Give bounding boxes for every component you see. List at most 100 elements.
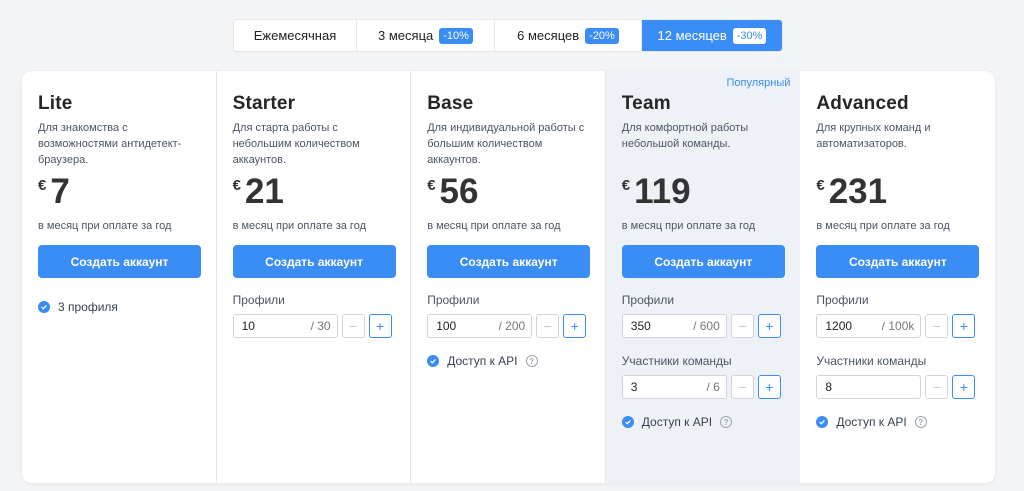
currency-symbol: € [38,177,47,194]
currency-symbol: € [621,177,631,194]
members-max: / 6 [706,380,720,394]
tab-6-months[interactable]: 6 месяцев -20% [495,20,642,51]
plan-price: € 56 [427,174,589,214]
plan-price: € 119 [622,174,785,214]
discount-badge: -10% [439,27,473,44]
tab-label: 3 месяца [378,28,434,43]
team-members-stepper: 3 / 6 − + [621,375,785,399]
feature-label: Доступ к API [641,415,713,429]
profiles-stepper: 350 / 600 − + [621,314,785,338]
discount-badge: -30% [732,27,767,44]
plan-description: Для крупных команд и автоматизаторов. [816,122,931,150]
tab-label: 6 месяцев [517,28,580,43]
price-period: в месяц при оплате за год [621,220,756,232]
team-members-input[interactable]: 8 [816,375,922,399]
check-circle-icon [816,416,829,428]
increment-button[interactable]: + [563,314,587,338]
plan-price: € 7 [38,174,200,214]
team-members-label: Участники команды [816,354,927,368]
profiles-stepper: 10 / 30 − + [232,314,395,338]
increment-button[interactable]: + [952,375,976,399]
plan-name: Starter [232,93,296,114]
members-value: 8 [825,380,833,394]
plan-card-team: Популярный Team Для комфортной работы не… [605,71,801,483]
plan-card-starter: Starter Для старта работы с небольшим ко… [217,71,412,483]
plan-name: Advanced [816,93,909,114]
profiles-input[interactable]: 10 / 30 [232,314,338,338]
members-value: 3 [630,380,638,394]
decrement-button[interactable]: − [925,375,949,399]
plan-description: Для комфортной работы небольшой команды. [621,122,749,150]
price-period: в месяц при оплате за год [816,220,950,232]
price-period: в месяц при оплате за год [38,220,172,232]
create-account-button[interactable]: Создать аккаунт [38,245,201,278]
check-circle-icon [621,416,634,428]
profiles-input[interactable]: 1200 / 100k [816,314,922,338]
profiles-max: / 200 [498,319,526,333]
price-period: в месяц при оплате за год [427,220,561,232]
team-members-label: Участники команды [621,354,732,368]
increment-button[interactable]: + [757,314,781,338]
profiles-label: Профили [427,293,480,307]
create-account-button[interactable]: Создать аккаунт [621,245,785,278]
decrement-button[interactable]: − [730,314,754,338]
decrement-button[interactable]: − [925,314,949,338]
discount-badge: -20% [585,27,619,44]
increment-button[interactable]: + [952,314,976,338]
price-amount: 56 [439,172,479,211]
feature-api-access: Доступ к API ? [816,415,979,429]
profiles-stepper: 1200 / 100k − + [816,314,979,338]
create-account-button[interactable]: Создать аккаунт [816,245,980,278]
tab-3-months[interactable]: 3 месяца -10% [357,20,495,51]
feature-label: 3 профиля [58,300,118,314]
profiles-input[interactable]: 350 / 600 [621,314,727,338]
plan-description: Для знакомства с возможностями антидетек… [38,122,182,166]
decrement-button[interactable]: − [536,314,560,338]
team-members-stepper: 8 − + [816,375,979,399]
profiles-value: 100 [436,319,457,333]
feature-profiles: 3 профиля [38,300,200,314]
plan-description: Для старта работы с небольшим количество… [232,122,360,166]
create-account-button[interactable]: Создать аккаунт [427,245,591,278]
tab-12-months[interactable]: 12 месяцев -30% [642,20,782,51]
price-period: в месяц при оплате за год [232,220,367,232]
plan-card-base: Base Для индивидуальной работы с большим… [411,71,606,483]
currency-symbol: € [427,177,436,194]
profiles-label: Профили [621,293,675,307]
profiles-value: 350 [630,319,651,333]
tab-label: Ежемесячная [253,28,337,43]
question-circle-icon[interactable]: ? [720,416,733,428]
price-amount: 119 [634,172,691,211]
feature-api-access: Доступ к API ? [621,415,785,429]
team-members-input[interactable]: 3 / 6 [621,375,727,399]
popular-badge: Популярный [726,77,791,89]
plan-name: Lite [38,93,73,114]
profiles-label: Профили [232,293,285,307]
create-account-button[interactable]: Создать аккаунт [232,245,396,278]
plan-price: € 231 [816,174,979,214]
profiles-max: / 100k [881,319,915,333]
feature-api-access: Доступ к API ? [427,354,589,368]
profiles-value: 1200 [825,319,853,333]
question-circle-icon[interactable]: ? [525,355,538,367]
decrement-button[interactable]: − [730,375,754,399]
billing-period-tabs: Ежемесячная 3 месяца -10% 6 месяцев -20%… [233,19,783,52]
profiles-label: Профили [816,293,869,307]
tab-monthly[interactable]: Ежемесячная [234,20,357,51]
check-circle-icon [38,301,50,313]
plan-card-advanced: Advanced Для крупных команд и автоматиза… [800,71,995,483]
profiles-max: / 30 [310,319,331,333]
price-amount: 231 [828,172,888,211]
plan-card-lite: Lite Для знакомства с возможностями анти… [22,71,217,483]
increment-button[interactable]: + [757,375,781,399]
profiles-stepper: 100 / 200 − + [427,314,589,338]
profiles-input[interactable]: 100 / 200 [427,314,533,338]
plan-name: Base [427,93,474,114]
question-circle-icon[interactable]: ? [914,416,927,428]
decrement-button[interactable]: − [341,314,365,338]
increment-button[interactable]: + [368,314,392,338]
plan-name: Team [621,93,671,114]
feature-label: Доступ к API [447,354,518,368]
check-circle-icon [427,355,440,367]
feature-label: Доступ к API [836,415,907,429]
